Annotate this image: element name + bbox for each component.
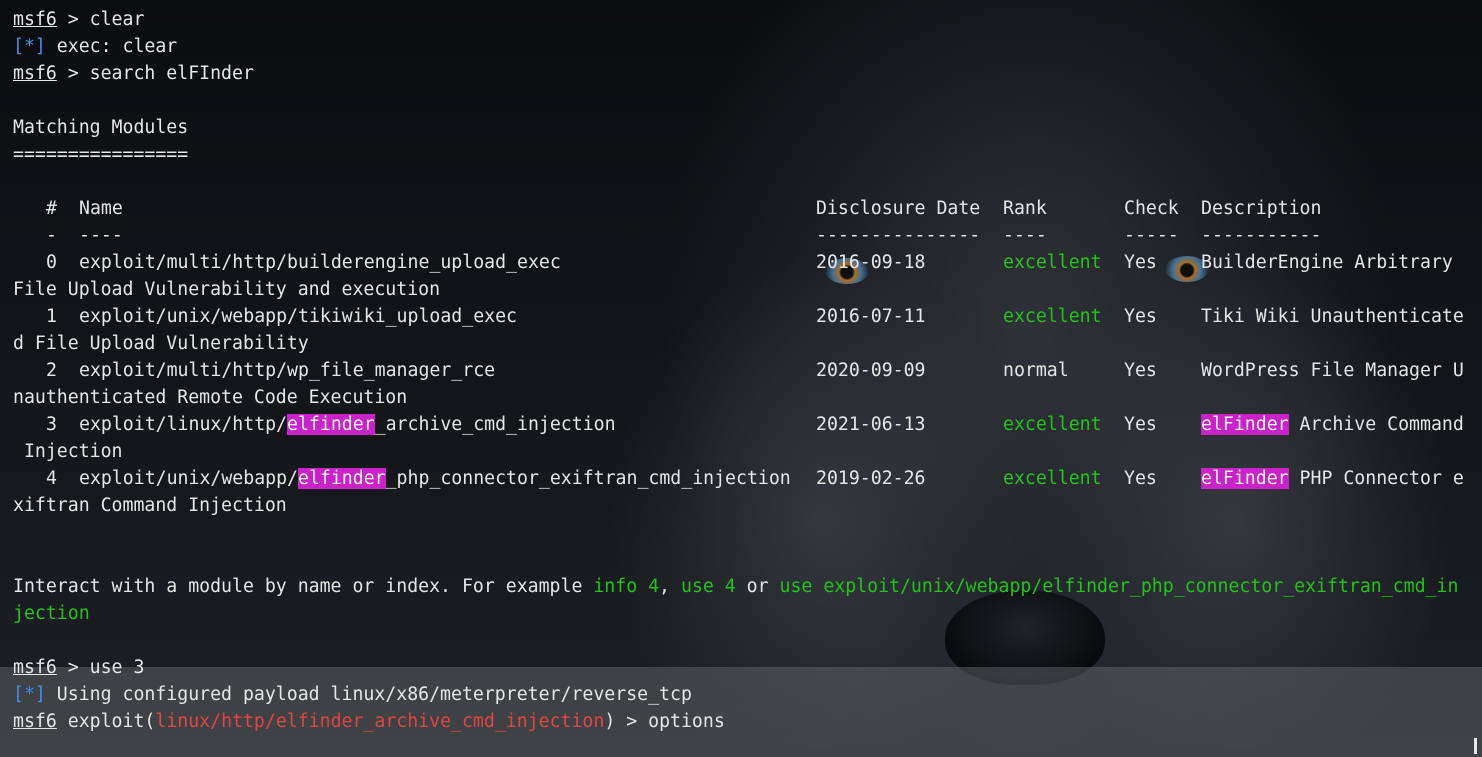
info-marker: [*] — [13, 684, 46, 705]
text-cursor — [1474, 738, 1477, 754]
command-text: > clear — [56, 9, 145, 30]
search-highlight: elfinder — [287, 414, 375, 435]
row-disclosure-date: 2019-02-26 — [816, 468, 926, 489]
row-module-name: exploit/linux/http/elfinder_archive_cmd_… — [79, 414, 616, 435]
terminal-window[interactable]: msf6 > clear [*] exec: clear msf6 > sear… — [0, 0, 1482, 757]
underline-name: ---- — [79, 225, 123, 246]
terminal-line-clear-command: msf6 > clear — [13, 6, 144, 33]
table-row[interactable]: 0 exploit/multi/http/builderengine_uploa… — [13, 249, 1473, 276]
prompt-msf6: msf6 — [13, 63, 57, 84]
search-highlight: elfinder — [298, 468, 386, 489]
row-module-name: exploit/multi/http/wp_file_manager_rce — [79, 360, 496, 381]
command-text: > search elFInder — [56, 63, 254, 84]
row-check: Yes — [1124, 468, 1157, 489]
prompt-msf6: msf6 — [13, 711, 57, 732]
row-disclosure-date: 2020-09-09 — [816, 360, 926, 381]
row-num: 3 — [46, 414, 57, 435]
row-description: WordPress File Manager U — [1201, 360, 1464, 381]
interact-hint-wrap: jection — [13, 603, 90, 624]
header-check: Check — [1124, 198, 1179, 219]
row-description: elFinder PHP Connector e — [1201, 468, 1464, 489]
table-row[interactable]: 3 exploit/linux/http/elfinder_archive_cm… — [13, 411, 1473, 438]
prompt-msf6: msf6 — [13, 9, 57, 30]
row-description-wrap: xiftran Command Injection — [13, 495, 287, 516]
output-text: exec: clear — [45, 36, 178, 57]
row-description-wrap: Injection — [13, 441, 123, 462]
row-disclosure-date: 2021-06-13 — [816, 414, 926, 435]
terminal-line-use-command: msf6 > use 3 — [13, 654, 144, 681]
command-input-text: ) > options — [604, 711, 725, 732]
row-description-wrap: File Upload Vulnerability and execution — [13, 279, 441, 300]
active-module-name: linux/http/elfinder_archive_cmd_injectio… — [155, 711, 605, 732]
header-rank: Rank — [1003, 198, 1047, 219]
header-disclosure-date: Disclosure Date — [816, 198, 981, 219]
search-highlight: elFinder — [1201, 414, 1289, 435]
row-disclosure-date: 2016-07-11 — [816, 306, 926, 327]
info-marker: [*] — [13, 36, 46, 57]
table-row[interactable]: 4 exploit/unix/webapp/elfinder_php_conne… — [13, 465, 1473, 492]
header-description: Description — [1201, 198, 1322, 219]
row-num: 2 — [46, 360, 57, 381]
underline-rank: ---- — [1003, 225, 1047, 246]
terminal-line-exec-clear: [*] exec: clear — [13, 33, 177, 60]
terminal-input-line[interactable]: msf6 exploit(linux/http/elfinder_archive… — [13, 708, 725, 735]
row-rank: excellent — [1003, 468, 1102, 489]
row-rank: excellent — [1003, 414, 1102, 435]
output-text: Using configured payload linux/x86/meter… — [45, 684, 692, 705]
underline-date: --------------- — [816, 225, 981, 246]
table-row[interactable]: 1 exploit/unix/webapp/tikiwiki_upload_ex… — [13, 303, 1473, 330]
row-check: Yes — [1124, 414, 1157, 435]
hint-use-index-command: use 4 — [680, 576, 736, 597]
row-description: Tiki Wiki Unauthenticate — [1201, 306, 1464, 327]
table-header-underline-row: - ---- --------------- ---- ----- ------… — [13, 222, 1473, 249]
row-module-name: exploit/multi/http/builderengine_upload_… — [79, 252, 561, 273]
matching-modules-rule: ================ — [13, 144, 189, 165]
hint-use-module-command: use exploit/unix/webapp/elfinder_php_con… — [779, 576, 1459, 597]
header-name: Name — [79, 198, 123, 219]
underline-num: - — [46, 225, 57, 246]
row-num: 1 — [46, 306, 57, 327]
row-description: BuilderEngine Arbitrary — [1201, 252, 1453, 273]
hint-info-command: info 4 — [593, 576, 660, 597]
row-rank: excellent — [1003, 306, 1102, 327]
underline-check: ----- — [1124, 225, 1179, 246]
row-description: elFinder Archive Command — [1201, 414, 1464, 435]
row-num: 0 — [46, 252, 57, 273]
row-rank: normal — [1003, 360, 1069, 381]
prompt-msf6: msf6 — [13, 657, 57, 678]
row-module-name: exploit/unix/webapp/tikiwiki_upload_exec — [79, 306, 517, 327]
header-num: # — [46, 198, 57, 219]
search-highlight: elFinder — [1201, 468, 1289, 489]
row-description-wrap: d File Upload Vulnerability — [13, 333, 309, 354]
row-rank: excellent — [1003, 252, 1102, 273]
command-text: > use 3 — [56, 657, 145, 678]
row-check: Yes — [1124, 252, 1157, 273]
table-row[interactable]: 2 exploit/multi/http/wp_file_manager_rce… — [13, 357, 1473, 384]
row-disclosure-date: 2016-09-18 — [816, 252, 926, 273]
row-module-name: exploit/unix/webapp/elfinder_php_connect… — [79, 468, 791, 489]
underline-description: ----------- — [1201, 225, 1322, 246]
interact-hint-line: Interact with a module by name or index.… — [13, 576, 1459, 597]
terminal-line-search-command: msf6 > search elFInder — [13, 60, 254, 87]
row-num: 4 — [46, 468, 57, 489]
matching-modules-title: Matching Modules — [13, 117, 189, 138]
row-check: Yes — [1124, 306, 1157, 327]
row-description-wrap: nauthenticated Remote Code Execution — [13, 387, 408, 408]
table-header-row: # Name Disclosure Date Rank Check Descri… — [13, 195, 1473, 222]
terminal-line-payload-info: [*] Using configured payload linux/x86/m… — [13, 681, 692, 708]
row-check: Yes — [1124, 360, 1157, 381]
